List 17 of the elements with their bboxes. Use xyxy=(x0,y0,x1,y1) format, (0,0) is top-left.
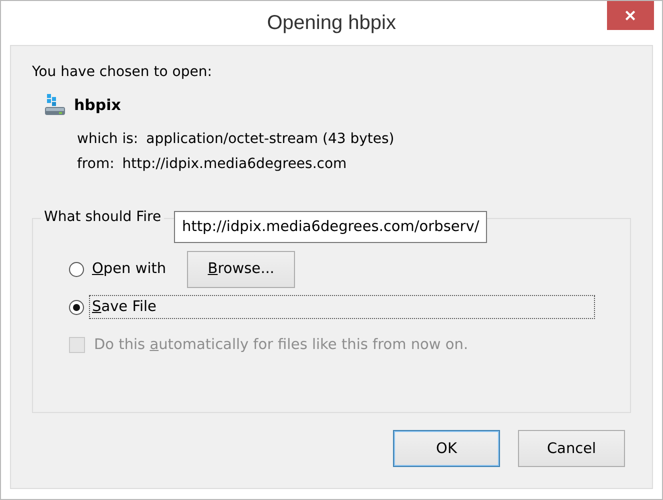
dialog-button[interactable]: OK xyxy=(393,430,500,467)
from-label: from: xyxy=(77,156,114,172)
radio-button[interactable] xyxy=(69,300,84,314)
intro-text: You have chosen to open: xyxy=(32,64,213,80)
radio-button[interactable] xyxy=(69,262,84,276)
file-name: hbpix xyxy=(74,96,121,114)
close-button[interactable]: ✕ xyxy=(607,1,654,30)
dialog-button[interactable]: Cancel xyxy=(518,430,625,467)
type-label: which is: xyxy=(77,131,138,147)
browse-button[interactable]: Browse... xyxy=(187,250,296,288)
option-label[interactable]: Open with xyxy=(89,257,170,281)
file-icon xyxy=(44,94,66,116)
source-url: http://idpix.media6degrees.com xyxy=(122,156,347,172)
window-title: Opening hbpix xyxy=(267,12,396,34)
url-tooltip: http://idpix.media6degrees.com/orbserv/ xyxy=(174,211,488,243)
option-label[interactable]: Save File xyxy=(89,295,595,319)
file-type: application/octet-stream (43 bytes) xyxy=(146,131,394,147)
